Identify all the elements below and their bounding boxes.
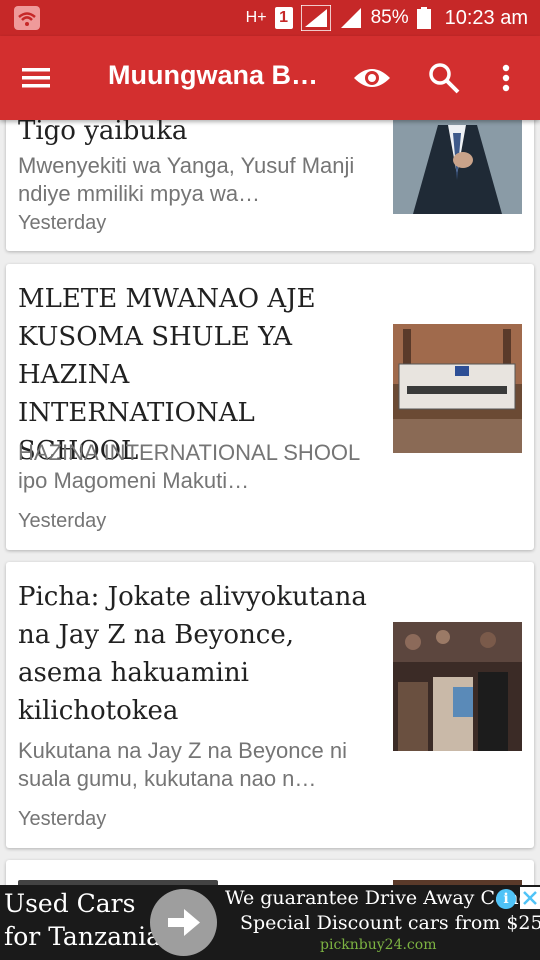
article-excerpt: HAZINA INTERNATIONAL SHOOL ipo Magomeni … bbox=[18, 440, 360, 493]
article-thumbnail[interactable] bbox=[393, 120, 522, 214]
network-type: H+ bbox=[245, 9, 267, 26]
article-card[interactable]: Picha: Jokate alivyokutana na Jay Z na B… bbox=[6, 562, 534, 848]
more-vert-icon[interactable] bbox=[494, 60, 518, 96]
article-date: Yesterday bbox=[18, 510, 107, 532]
ad-headline[interactable]: We guarantee Drive Away Condi bbox=[225, 887, 537, 909]
search-icon[interactable] bbox=[426, 60, 462, 96]
ad-url[interactable]: picknbuy24.com bbox=[320, 937, 436, 953]
ad-arrow-button[interactable] bbox=[150, 889, 217, 956]
article-date: Yesterday bbox=[18, 808, 107, 830]
ad-banner[interactable]: Used Cars for Tanzania We guarantee Driv… bbox=[0, 885, 540, 960]
article-date: Yesterday bbox=[18, 212, 107, 234]
status-bar: H+ 1 85% 10:23 am bbox=[0, 0, 540, 36]
battery-icon bbox=[416, 7, 431, 29]
signal-icon-2 bbox=[340, 8, 361, 28]
eye-icon[interactable] bbox=[352, 60, 392, 96]
article-excerpt: Mwenyekiti wa Yanga, Yusuf Manji ndiye m… bbox=[18, 153, 355, 206]
ad-left-text[interactable]: Used Cars for Tanzania bbox=[4, 887, 161, 953]
article-card[interactable]: MLETE MWANAO AJE KUSOMA SHULE YA HAZINA … bbox=[6, 264, 534, 550]
arrow-right-icon bbox=[168, 909, 200, 936]
article-thumbnail[interactable] bbox=[393, 324, 522, 453]
ad-left-line-2: for Tanzania bbox=[4, 922, 162, 951]
menu-icon[interactable] bbox=[18, 62, 54, 94]
article-thumbnail[interactable] bbox=[393, 622, 522, 751]
battery-percent: 85% bbox=[370, 7, 409, 28]
close-icon[interactable] bbox=[520, 887, 540, 909]
sim-icon: 1 bbox=[274, 7, 293, 29]
sim-slot: 1 bbox=[279, 9, 289, 26]
wifi-icon bbox=[14, 6, 40, 30]
article-feed[interactable]: Tigo yaibuka Mwenyekiti wa Yanga, Yusuf … bbox=[0, 120, 540, 885]
signal-icon bbox=[300, 5, 331, 31]
article-headline[interactable]: Tigo yaibuka bbox=[18, 120, 368, 150]
app-toolbar: Muungwana B… bbox=[0, 36, 540, 120]
ad-info-icon[interactable]: i bbox=[496, 889, 516, 909]
clock: 10:23 am bbox=[444, 6, 528, 29]
article-card[interactable]: Tigo yaibuka Mwenyekiti wa Yanga, Yusuf … bbox=[6, 120, 534, 251]
app-title: Muungwana B… bbox=[108, 60, 318, 90]
ad-left-line-1: Used Cars bbox=[4, 889, 136, 918]
article-card-partial[interactable] bbox=[6, 860, 534, 885]
ad-subline[interactable]: Special Discount cars from $250 bbox=[240, 912, 540, 934]
article-excerpt: Kukutana na Jay Z na Beyonce ni suala gu… bbox=[18, 738, 347, 791]
article-headline[interactable]: Picha: Jokate alivyokutana na Jay Z na B… bbox=[18, 578, 368, 730]
